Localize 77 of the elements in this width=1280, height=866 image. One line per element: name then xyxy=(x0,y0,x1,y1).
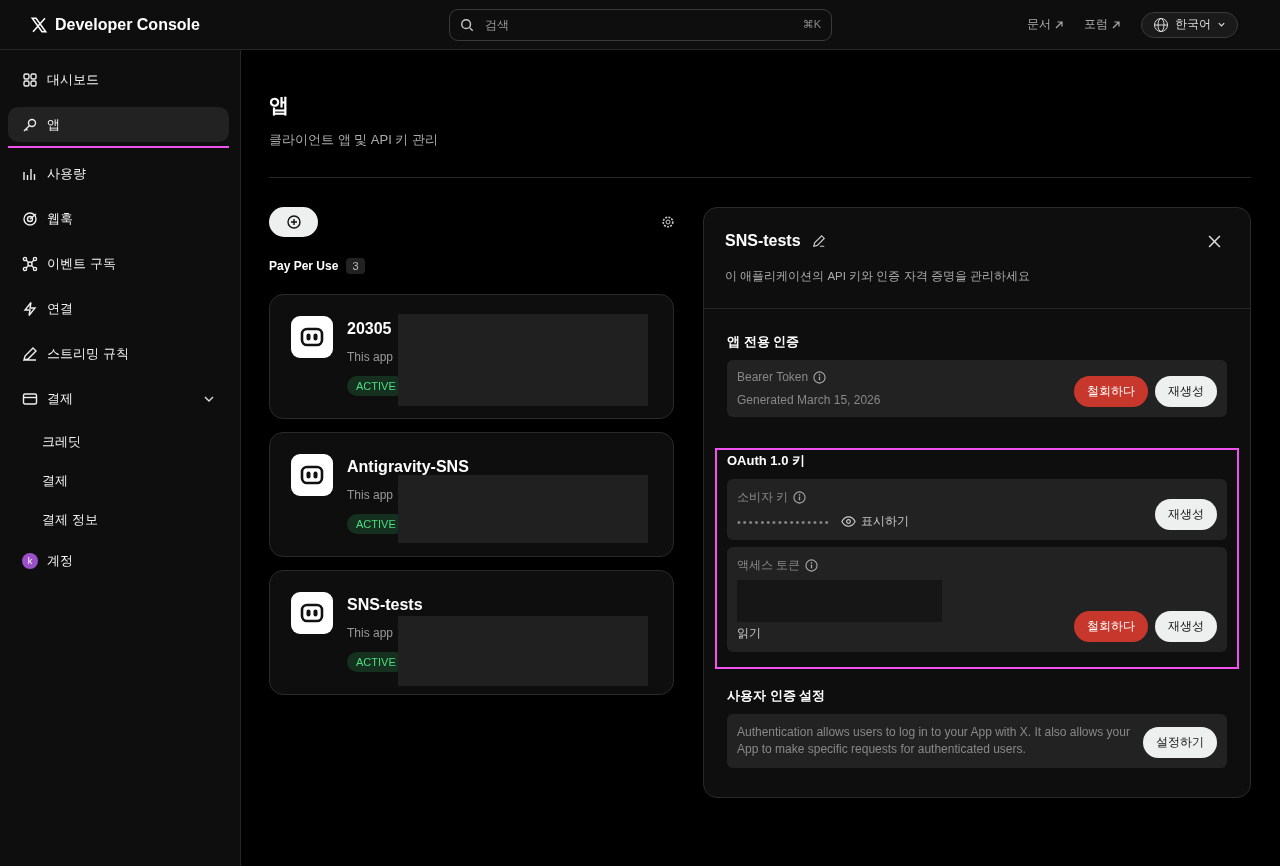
nav-icon xyxy=(22,345,38,362)
info-icon[interactable] xyxy=(813,370,827,384)
action-button[interactable]: 재생성 xyxy=(1155,611,1217,642)
show-key-button[interactable]: 표시하기 xyxy=(840,513,909,530)
action-button[interactable]: 재생성 xyxy=(1155,376,1217,407)
nav-icon xyxy=(22,255,38,272)
avatar: k xyxy=(22,552,38,569)
info-icon[interactable] xyxy=(793,491,807,504)
external-link[interactable]: 포럼 xyxy=(1084,16,1121,33)
plan-label: Pay Per Use xyxy=(269,259,339,273)
permission-label: 읽기 xyxy=(737,625,762,642)
app-name: Antigravity-SNS xyxy=(347,458,469,476)
credential-label: 소비자 키 xyxy=(737,489,789,506)
app-name: 20305 xyxy=(347,320,393,338)
robot-face-icon xyxy=(291,454,333,496)
credential-label: Bearer Token xyxy=(737,370,809,384)
section-title: OAuth 1.0 키 xyxy=(727,452,806,470)
sidebar-subitem[interactable]: 크레딧 xyxy=(8,426,229,457)
sidebar-item[interactable]: 스트리밍 규칙 xyxy=(8,336,229,371)
section-title: 사용자 인증 설정 xyxy=(727,687,827,705)
generated-date: Generated March 15, 2026 xyxy=(737,393,882,407)
sidebar-item[interactable]: 결제 xyxy=(8,381,229,416)
page-title: 앱 xyxy=(269,93,290,118)
globe-icon xyxy=(1153,16,1169,33)
external-arrow-icon xyxy=(1054,19,1064,30)
language-select[interactable]: 한국어 xyxy=(1141,11,1238,38)
plus-icon xyxy=(286,215,301,229)
sidebar-item[interactable]: 대시보드 xyxy=(8,62,229,97)
app-name: SNS-tests xyxy=(347,596,423,614)
app-card[interactable]: SNS-tests This app ACTIVE xyxy=(269,570,674,695)
nav-icon xyxy=(22,210,38,227)
add-app-button[interactable] xyxy=(269,207,318,237)
panel-title: SNS-tests xyxy=(725,232,801,250)
panel-description: 이 애플리케이션의 API 키와 인증 자격 증명을 관리하세요 xyxy=(725,269,1031,284)
shortcut-hint: ⌘K xyxy=(802,18,821,31)
page-subtitle: 클라이언트 앱 및 API 키 관리 xyxy=(269,131,439,149)
action-button[interactable]: 재생성 xyxy=(1155,499,1217,530)
chevron-icon xyxy=(1217,20,1226,29)
app-description: This app xyxy=(347,350,395,364)
nav-icon xyxy=(22,71,38,88)
sidebar-item[interactable]: 사용량 xyxy=(8,156,229,191)
external-link[interactable]: 문서 xyxy=(1027,16,1064,33)
section-description: Authentication allows users to log in to your App with X. It also allows your App to make specific requests for authenticated users. xyxy=(737,724,1131,758)
external-arrow-icon xyxy=(1111,19,1121,30)
revoke-button[interactable]: 철회하다 xyxy=(1074,611,1148,642)
app-card[interactable]: Antigravity-SNS This app ACTIVE xyxy=(269,432,674,557)
app-description: This app xyxy=(347,488,395,502)
sidebar-item[interactable]: 앱 xyxy=(8,107,229,142)
sidebar-item[interactable]: 연결 xyxy=(8,291,229,326)
search-icon xyxy=(460,17,474,32)
robot-face-icon xyxy=(291,316,333,358)
info-icon[interactable] xyxy=(805,559,819,572)
app-card[interactable]: 20305 This app ACTIVE xyxy=(269,294,674,419)
nav-icon xyxy=(22,390,38,407)
sidebar-subitem[interactable]: 결제 정보 xyxy=(8,504,229,535)
nav-icon xyxy=(22,300,38,317)
search-field[interactable]: 검색 ⌘K xyxy=(449,8,832,41)
sidebar-item[interactable]: k 계정 xyxy=(8,543,229,578)
edit-icon[interactable] xyxy=(811,234,826,248)
close-icon[interactable] xyxy=(1208,234,1221,248)
count-badge: 3 xyxy=(346,258,365,274)
brand-name: Developer Console xyxy=(55,15,200,34)
x-logo-icon xyxy=(30,15,48,34)
sidebar-subitem[interactable]: 결제 xyxy=(8,465,229,496)
search-input[interactable]: 검색 xyxy=(483,16,794,33)
action-button[interactable]: 설정하기 xyxy=(1143,727,1217,758)
app-description: This app xyxy=(347,626,395,640)
masked-key: •••••••••••••••• xyxy=(737,515,831,528)
sidebar-item[interactable]: 웹훅 xyxy=(8,201,229,236)
settings-icon[interactable] xyxy=(662,216,674,228)
robot-face-icon xyxy=(291,592,333,634)
credential-label: 액세스 토큰 xyxy=(737,557,801,574)
nav-icon xyxy=(22,116,38,133)
revoke-button[interactable]: 철회하다 xyxy=(1074,376,1148,407)
eye-icon xyxy=(840,514,856,529)
section-title: 앱 전용 인증 xyxy=(727,333,801,351)
sidebar-item[interactable]: 이벤트 구독 xyxy=(8,246,229,281)
